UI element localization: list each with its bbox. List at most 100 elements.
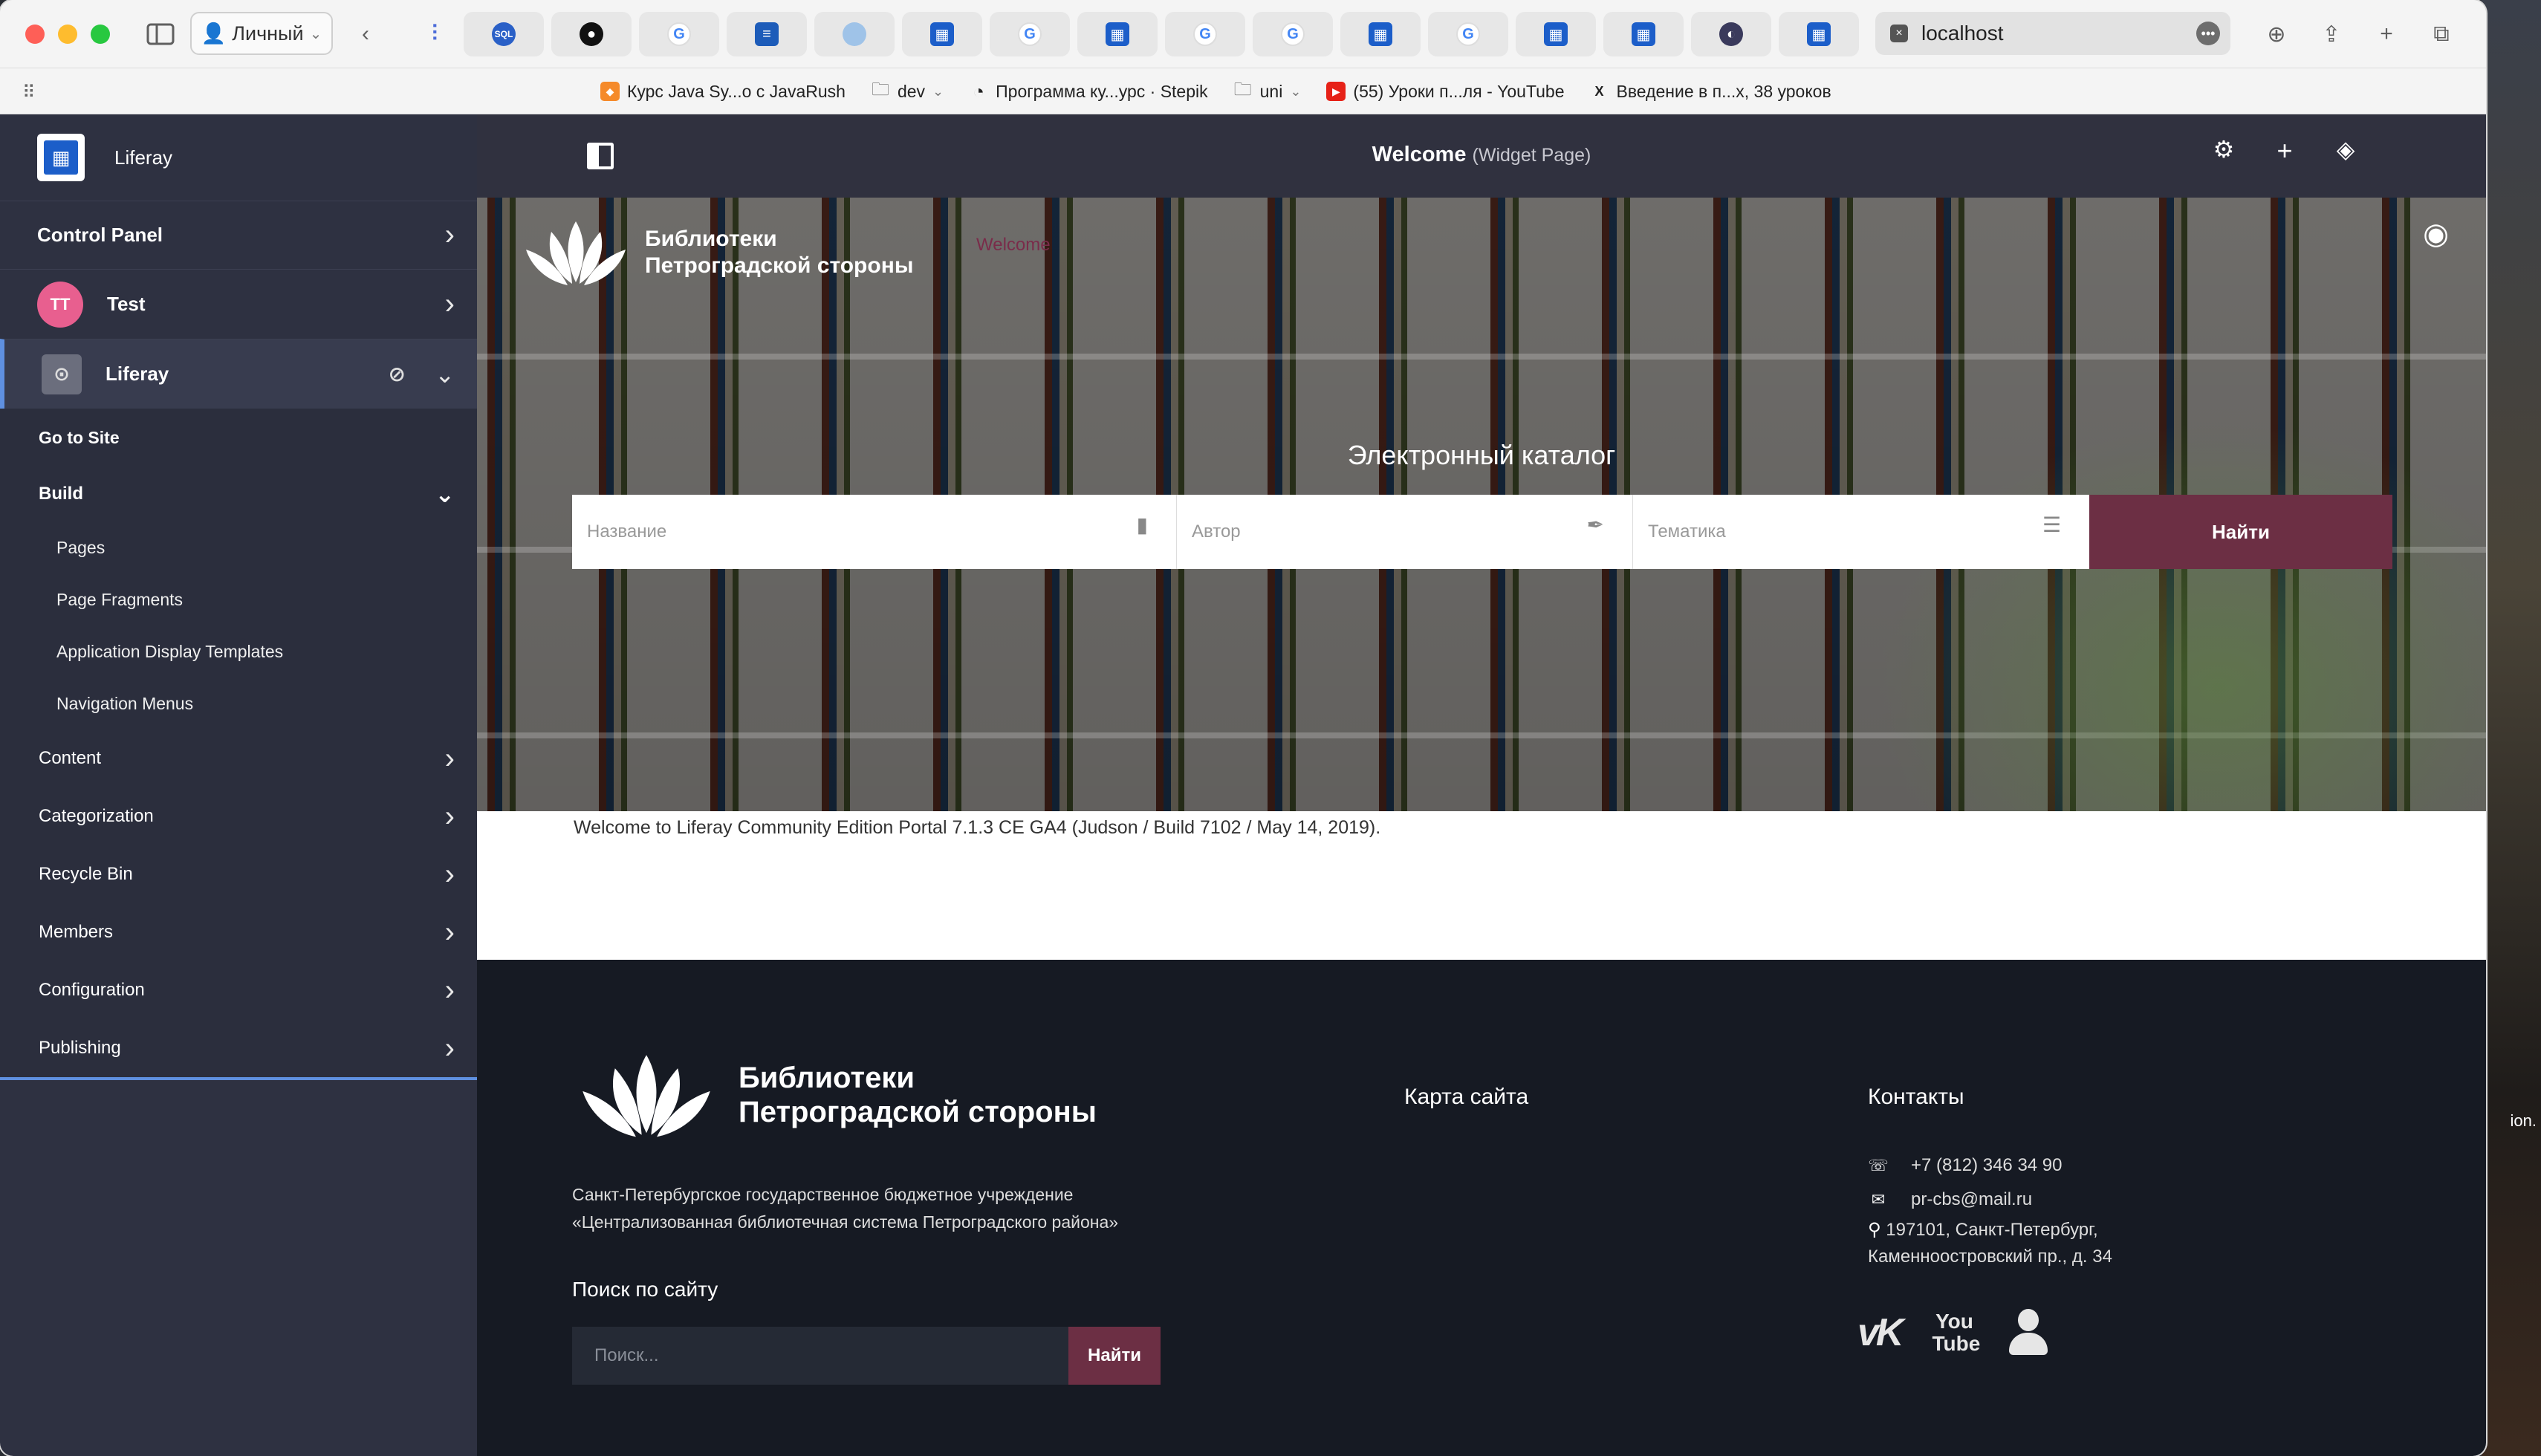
close-window-button[interactable] [25,25,45,44]
grid-icon[interactable]: ⠿ [22,82,36,103]
address-line-2: Каменноостровский пр., д. 34 [1868,1247,2112,1267]
build-item[interactable]: Application Display Templates [0,625,477,677]
tab[interactable]: ▦ [1516,12,1596,56]
category-item[interactable]: Recycle Bin › [0,845,477,903]
tab[interactable]: G [639,12,719,56]
footer-search-input[interactable] [572,1327,1068,1385]
bookmark-item[interactable]: ▶ (55) Уроки п...ля - YouTube [1326,81,1565,102]
footer-search-button[interactable]: Найти [1068,1327,1161,1385]
author-input[interactable] [1177,495,1632,569]
category-item[interactable]: Publishing › [0,1019,477,1077]
address-line-1: 197101, Санкт-Петербург, [1886,1220,2098,1240]
contacts-title: Контакты [1868,1085,1964,1109]
folder-icon: 🗀 [1233,79,1252,100]
chevron-right-icon: › [444,741,455,775]
profile-label: Личный [232,22,304,45]
bookmark-label: (55) Уроки п...ля - YouTube [1353,81,1565,101]
vk-icon[interactable]: vK [1857,1310,1904,1355]
tab[interactable]: G [990,12,1070,56]
new-tab-icon[interactable]: + [2370,18,2403,51]
tab[interactable]: ▦ [1077,12,1158,56]
tab-overview[interactable]: ⫶ [413,12,456,56]
downloads-icon[interactable]: ⊕ [2260,18,2293,51]
email-contact[interactable]: ✉ pr-cbs@mail.ru [1868,1183,2112,1217]
control-panel-item[interactable]: Control Panel › [0,201,477,269]
tab[interactable]: ◐ [1691,12,1771,56]
google-icon: G [667,22,691,46]
tab[interactable]: G [1428,12,1508,56]
eye-icon[interactable]: ◉ [2423,217,2449,251]
chevron-right-icon: › [444,799,455,833]
minimize-window-button[interactable] [58,25,77,44]
map-pin-icon: ⚲ [1868,1220,1881,1240]
simulation-icon[interactable]: ◈ [2327,135,2364,163]
plus-icon[interactable]: + [2266,135,2303,166]
tab[interactable]: ▦ [1779,12,1859,56]
user-item[interactable]: TT Test › [0,269,477,339]
tab[interactable]: SQL [464,12,544,56]
user-account-icon[interactable] [2008,1309,2049,1356]
ghost-page-title: Welcome [976,235,1051,255]
youtube-icon[interactable]: You Tube [1932,1310,1980,1355]
bookmark-item[interactable]: ◔ Программа ку...урс · Stepik [969,80,1207,103]
bookmark-label: Курс Java Sy...о с JavaRush [627,81,846,101]
category-label: Publishing [39,1038,121,1058]
catalog-search-button[interactable]: Найти [2089,495,2392,569]
share-icon[interactable]: ⇪ [2315,18,2348,51]
chevron-down-icon: ⌄ [309,25,322,42]
site-categories: Content › Categorization › Recycle Bin › Membe… [0,729,477,1077]
chevron-right-icon: › [444,857,455,891]
back-button[interactable]: ‹ [349,18,382,51]
tab[interactable]: G [1165,12,1245,56]
page-title-text: Welcome [1372,143,1467,166]
youtube-icon: ▶ [1326,82,1346,101]
avatar: TT [37,281,83,328]
bookmark-label: dev [897,81,926,101]
address-bar[interactable]: × localhost ••• [1875,12,2230,55]
gear-icon[interactable]: ⚙ [2205,135,2242,163]
sitemap-title[interactable]: Карта сайта [1404,1085,1528,1110]
logo-line-1: Библиотеки [645,227,777,251]
compass-icon[interactable]: ⊘ [389,362,406,386]
shelf-decoration [477,354,2486,360]
category-label: Content [39,748,102,768]
topic-field-wrap: ☰ [1633,495,2089,569]
build-item[interactable]: Navigation Menus [0,677,477,729]
bookmark-item[interactable]: ◆ Курс Java Sy...о с JavaRush [600,82,846,102]
footer-logo-text: Библиотеки Петроградской стороны [739,1061,1097,1129]
zoom-window-button[interactable] [91,25,110,44]
tab[interactable]: ▦ [1340,12,1421,56]
go-to-site-link[interactable]: Go to Site [0,409,477,467]
tab-overview-icon[interactable]: ⧉ [2425,18,2458,51]
control-panel-label: Control Panel [37,224,163,246]
bookmark-item[interactable]: X Введение в п...х, 38 уроков [1590,82,1831,102]
tab[interactable]: ≡ [727,12,807,56]
tab[interactable]: G [1253,12,1333,56]
bookmark-item[interactable]: 🗀 dev ⌄ [871,79,944,102]
tab[interactable]: ● [551,12,632,56]
bookmark-item[interactable]: 🗀 uni ⌄ [1233,79,1302,102]
tab[interactable]: ▦ [902,12,982,56]
build-item[interactable]: Pages [0,521,477,573]
build-item[interactable]: Page Fragments [0,573,477,625]
category-item[interactable]: Configuration › [0,961,477,1019]
sidebar-toggle-icon[interactable] [144,18,177,51]
tab[interactable]: ▦ [1603,12,1684,56]
build-section-toggle[interactable]: Build ⌄ [0,467,477,521]
phone-contact[interactable]: ☏ +7 (812) 346 34 90 [1868,1148,2112,1183]
bookmark-label: uni [1259,81,1283,101]
chevron-right-icon: › [444,1031,455,1065]
site-item[interactable]: ⊙ Liferay ⊘ ⌄ [0,339,477,409]
category-item[interactable]: Content › [0,729,477,787]
more-options-icon[interactable]: ••• [2196,22,2220,45]
tab-bar: ⫶ SQL ● G ≡ ▦ G ▦ G G ▦ G ▦ ▦ ◐ ▦ [413,12,1859,56]
profile-switcher[interactable]: 👤 Личный ⌄ [190,12,333,55]
category-item[interactable]: Members › [0,903,477,961]
topic-input[interactable] [1633,495,2089,569]
title-input[interactable] [572,495,1176,569]
tab[interactable] [814,12,895,56]
site-logo[interactable]: Библиотеки Петроградской стороны [520,215,913,290]
footer-logo[interactable]: Библиотеки Петроградской стороны [572,1047,1097,1143]
category-item[interactable]: Categorization › [0,787,477,845]
chevron-down-icon: ⌄ [1290,83,1302,99]
